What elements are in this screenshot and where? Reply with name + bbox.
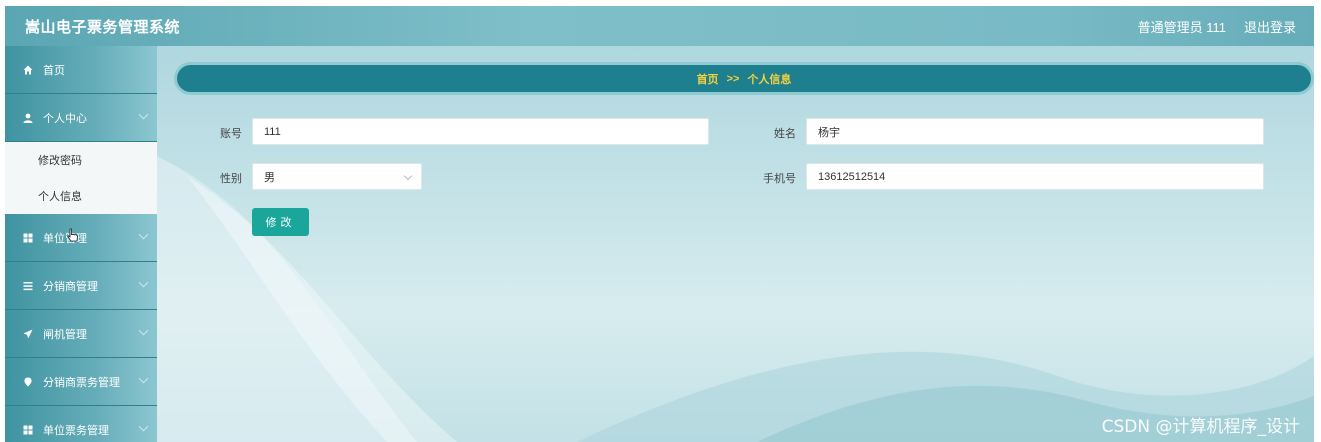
chevron-down-icon — [138, 109, 149, 120]
list-icon — [21, 281, 35, 291]
grid-icon — [21, 425, 35, 435]
pin-icon — [21, 377, 35, 387]
chevron-down-icon — [138, 421, 149, 432]
breadcrumb-home-link[interactable]: 首页 — [697, 71, 719, 87]
sidebar-item-label: 分销商票务管理 — [43, 376, 120, 389]
phone-value: 13612512514 — [818, 170, 886, 183]
phone-input[interactable]: 13612512514 — [806, 163, 1264, 190]
account-label: 账号 — [220, 128, 242, 140]
gender-label: 性别 — [220, 173, 242, 185]
phone-label: 手机号 — [763, 173, 796, 185]
submenu-item-change-password[interactable]: 修改密码 — [5, 142, 157, 178]
gender-select[interactable]: 男 — [252, 163, 422, 190]
user-icon — [21, 113, 35, 123]
sidebar-item-unit-management[interactable]: 单位管理 — [5, 214, 157, 262]
chevron-down-icon — [138, 277, 149, 288]
hand-cursor-icon — [67, 228, 78, 242]
grid-icon — [21, 233, 35, 243]
top-header: 嵩山电子票务管理系统 普通管理员 111 退出登录 — [5, 6, 1314, 46]
submenu-item-personal-info[interactable]: 个人信息 — [5, 178, 157, 214]
header-user-area: 普通管理员 111 退出登录 — [1138, 17, 1296, 36]
app-window: 嵩山电子票务管理系统 普通管理员 111 退出登录 首页 个人中心 修改密码 个… — [5, 6, 1314, 442]
sidebar-item-unit-ticket-management[interactable]: 单位票务管理 — [5, 406, 157, 442]
personal-center-submenu: 修改密码 个人信息 — [5, 142, 157, 214]
sidebar-item-personal-center[interactable]: 个人中心 — [5, 94, 157, 142]
modify-button[interactable]: 修改 — [252, 208, 309, 236]
gender-value: 男 — [264, 171, 275, 184]
sidebar-item-distributor-ticket-management[interactable]: 分销商票务管理 — [5, 358, 157, 406]
sidebar-item-label: 闸机管理 — [43, 328, 87, 341]
breadcrumb: 首页 >> 个人信息 — [174, 62, 1314, 95]
send-icon — [21, 329, 35, 339]
sidebar-item-distributor-management[interactable]: 分销商管理 — [5, 262, 157, 310]
logout-link[interactable]: 退出登录 — [1244, 17, 1296, 36]
account-input[interactable]: 111 — [252, 118, 709, 145]
sidebar-item-label: 分销商管理 — [43, 280, 98, 293]
breadcrumb-current: 个人信息 — [747, 73, 792, 86]
chevron-down-icon — [138, 325, 149, 336]
sidebar-item-label: 单位票务管理 — [43, 424, 109, 437]
chevron-down-icon — [138, 229, 149, 240]
app-title: 嵩山电子票务管理系统 — [25, 18, 181, 36]
sidebar-item-label: 首页 — [43, 64, 65, 77]
chevron-down-icon — [403, 171, 413, 181]
sidebar-item-label: 个人中心 — [43, 112, 87, 125]
name-label: 姓名 — [774, 128, 796, 140]
sidebar-item-gate-management[interactable]: 闸机管理 — [5, 310, 157, 358]
name-value: 杨宇 — [818, 126, 840, 139]
sidebar: 首页 个人中心 修改密码 个人信息 单位管理 分销商管理 闸机管理 分销商票务管… — [5, 46, 157, 442]
chevron-down-icon — [138, 373, 149, 384]
watermark-text: CSDN @计算机程序_设计 — [1101, 417, 1300, 437]
breadcrumb-separator: >> — [726, 72, 740, 85]
name-input[interactable]: 杨宇 — [806, 118, 1264, 145]
current-user: 普通管理员 111 — [1137, 19, 1226, 35]
home-icon — [21, 65, 35, 75]
background-swirl — [157, 156, 1314, 442]
sidebar-item-label: 单位管理 — [43, 232, 87, 245]
sidebar-item-home[interactable]: 首页 — [5, 46, 157, 94]
account-value: 111 — [264, 125, 281, 138]
